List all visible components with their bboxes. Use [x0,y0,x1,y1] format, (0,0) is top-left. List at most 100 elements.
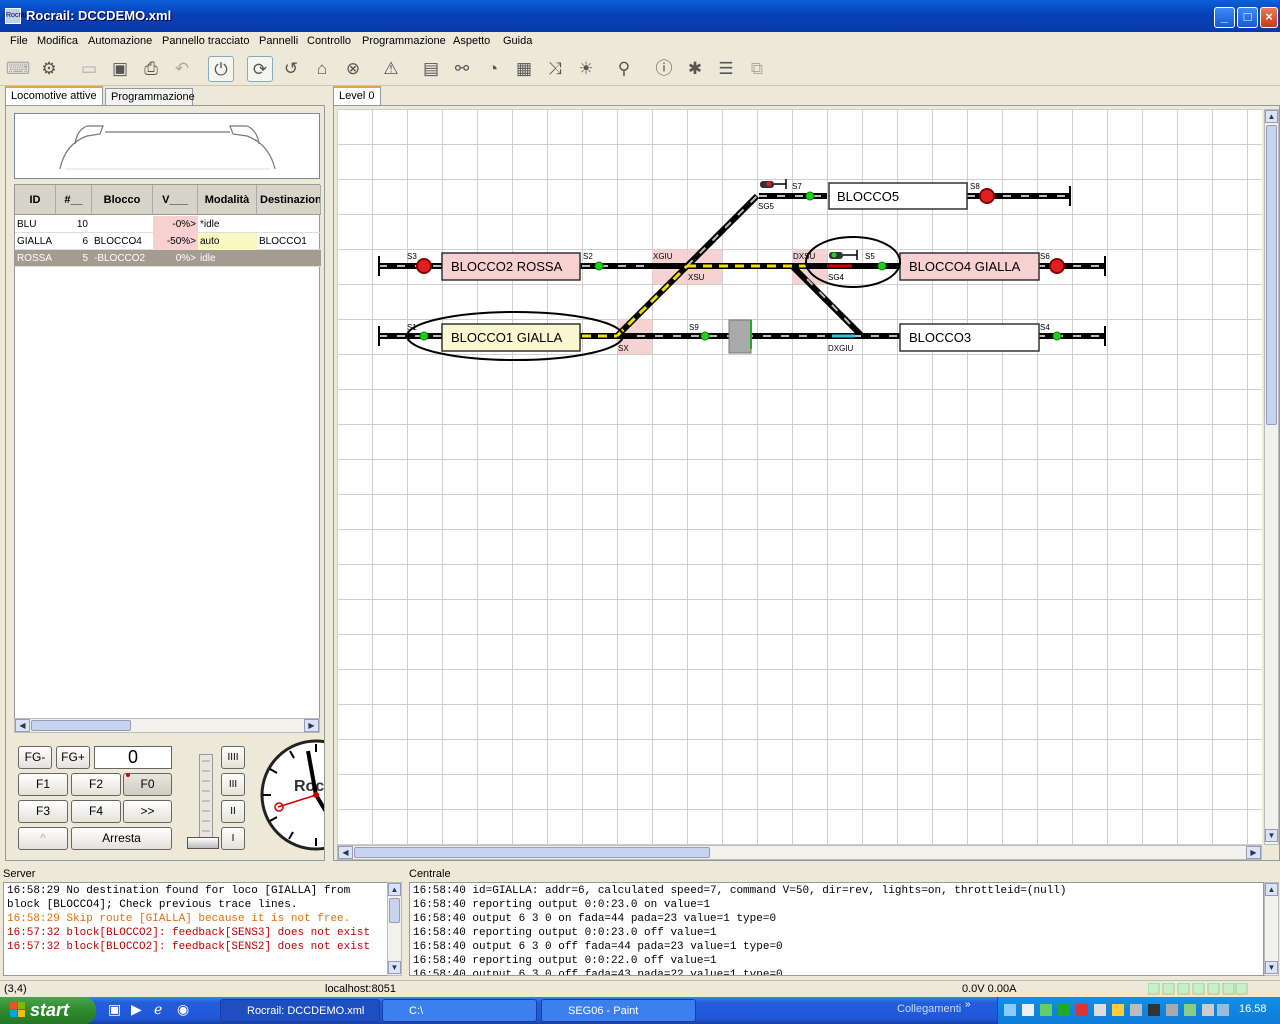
light-icon[interactable]: ☀ [573,56,599,82]
menu-pannelli[interactable]: Pannelli [259,35,298,47]
reset-icon[interactable]: ↺ [278,56,304,82]
menu-modifica[interactable]: Modifica [37,35,78,47]
menu-pannello-tracciato[interactable]: Pannello tracciato [162,35,249,47]
centrale-log[interactable]: 16:58:40 id=GIALLA: addr=6, calculated s… [409,882,1264,976]
scroll-left-icon[interactable]: ◀ [338,846,353,859]
signal-green-icon[interactable] [594,261,604,271]
scroll-thumb[interactable] [1266,125,1277,425]
stop-all-icon[interactable]: ⊗ [340,56,366,82]
col-header-speed[interactable]: V___ [153,185,198,215]
tab-programmazione[interactable]: Programmazione [105,88,195,106]
scroll-left-icon[interactable]: ◀ [15,719,30,732]
speed-slider-track[interactable] [199,754,213,844]
ie-icon[interactable]: ℯ [154,1001,170,1019]
undo-icon[interactable]: ↶ [169,56,195,82]
signal-green-icon[interactable] [1052,331,1062,341]
track-plan-canvas[interactable]: BLOCCO5 BLOCCO2 ROSSA BLOCCO4 GIALLA BLO… [337,109,1262,845]
step-2-button[interactable]: II [221,800,245,823]
fg-minus-button[interactable]: FG- [18,746,52,769]
close-button[interactable]: × [1260,7,1278,28]
shuffle-icon[interactable]: ⤨ [542,56,568,82]
menu-aspetto[interactable]: Aspetto [453,35,490,47]
menu-automazione[interactable]: Automazione [88,35,152,47]
more-functions-button[interactable]: >> [123,800,172,823]
speed-slider-thumb[interactable] [187,837,219,849]
home-icon[interactable]: ⌂ [309,56,335,82]
signal-red-icon[interactable] [979,188,995,204]
f4-button[interactable]: F4 [71,800,121,823]
desktop-icon[interactable]: ▣ [108,1001,124,1019]
task-cmd[interactable]: C:\ [382,999,537,1022]
media-player-icon[interactable]: ▶ [131,1001,147,1019]
loco-table-hscrollbar[interactable]: ◀ ▶ [14,718,320,733]
step-1-button[interactable]: I [221,827,245,850]
col-header-destination[interactable]: Destinazion [257,185,321,215]
search-icon[interactable]: ⚲ [611,56,637,82]
dwarf-signal-icon[interactable] [760,179,787,189]
menu-guida[interactable]: Guida [503,35,532,47]
task-paint[interactable]: SEG06 - Paint [541,999,696,1022]
scroll-right-icon[interactable]: ▶ [1246,846,1261,859]
maximize-button[interactable]: □ [1237,7,1258,28]
server-log[interactable]: 16:58:29 No destination found for loco [… [3,882,388,976]
save-icon[interactable]: ▣ [107,56,133,82]
centrale-log-scrollbar[interactable]: ▲ ▼ [1264,882,1279,976]
step-3-button[interactable]: III [221,773,245,796]
scroll-thumb[interactable] [389,898,400,923]
col-header-block[interactable]: Blocco [92,185,153,215]
settings-icon[interactable]: ⚙ [36,56,62,82]
scroll-thumb[interactable] [354,847,710,858]
task-rocrail[interactable]: Rocrail: DCCDEMO.xml [220,999,380,1022]
loco-icon[interactable]: ▤ [418,56,444,82]
f1-button[interactable]: F1 [18,773,68,796]
f3-button[interactable]: F3 [18,800,68,823]
step-4-button[interactable]: IIII [221,746,245,769]
scroll-up-icon[interactable]: ▲ [1265,883,1278,896]
signal-red-icon[interactable] [416,258,432,274]
copy-icon[interactable]: ⧉ [744,56,770,82]
plan-icon[interactable]: ▦ [511,56,537,82]
bug-icon[interactable]: ✱ [682,56,708,82]
chrome-icon[interactable]: ◉ [177,1001,193,1019]
scroll-down-icon[interactable]: ▼ [1265,961,1278,974]
plan-vscrollbar[interactable]: ▲ ▼ [1264,109,1279,845]
scroll-thumb[interactable] [31,720,131,731]
menu-file[interactable]: File [10,35,28,47]
power-icon[interactable]: ⏻ [208,56,234,82]
dwarf-signal-icon[interactable] [829,250,858,260]
connect-icon[interactable]: ⌨ [5,56,31,82]
signal-green-icon[interactable] [419,331,429,341]
tray-icons[interactable] [1004,1003,1229,1017]
scroll-right-icon[interactable]: ▶ [304,719,319,732]
signal-red-icon[interactable] [1049,258,1065,274]
minimize-button[interactable]: _ [1214,7,1235,28]
f2-button[interactable]: F2 [71,773,121,796]
scroll-down-icon[interactable]: ▼ [1265,829,1278,842]
table-row[interactable]: GIALLA 6 BLOCCO4 -50%> auto BLOCCO1 [15,233,321,250]
scroll-up-icon[interactable]: ▲ [1265,110,1278,123]
speedometer-icon[interactable]: ◔ [480,56,506,82]
list-icon[interactable]: ☰ [713,56,739,82]
menu-programmazione[interactable]: Programmazione [362,35,446,47]
open-icon[interactable]: ▭ [76,56,102,82]
plan-hscrollbar[interactable]: ◀ ▶ [337,845,1262,860]
scroll-down-icon[interactable]: ▼ [388,961,401,974]
server-log-scrollbar[interactable]: ▲ ▼ [387,882,402,976]
fg-plus-button[interactable]: FG+ [56,746,90,769]
menu-controllo[interactable]: Controllo [307,35,351,47]
print-icon[interactable]: ⎙ [138,56,164,82]
signal-green-icon[interactable] [877,261,887,271]
tab-level-0[interactable]: Level 0 [333,86,381,106]
scroll-up-icon[interactable]: ▲ [388,883,401,896]
tab-locomotive-attive[interactable]: Locomotive attive [5,86,103,106]
warning-icon[interactable]: ⚠ [378,56,404,82]
direction-button[interactable]: ^ [18,827,68,850]
col-header-number[interactable]: #__ [56,185,92,215]
links-toolbar[interactable]: Collegamenti [897,1003,961,1015]
col-header-id[interactable]: ID [15,185,56,215]
info-icon[interactable]: ⓘ [651,56,677,82]
signal-green-icon[interactable] [805,191,815,201]
stop-button[interactable]: Arresta [71,827,172,850]
chevron-icon[interactable]: » [965,999,971,1010]
table-row[interactable]: BLU 10 -0%> *idle [15,216,321,233]
